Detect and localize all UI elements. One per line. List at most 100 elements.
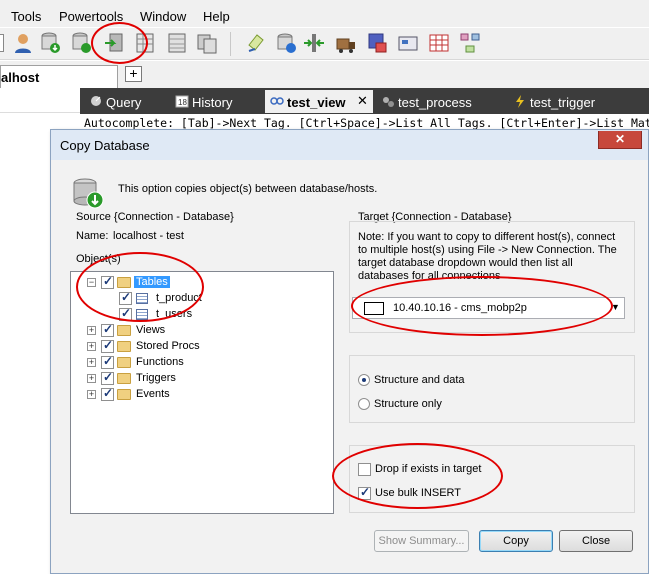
trigger-icon bbox=[516, 95, 524, 108]
target-database-dropdown[interactable]: 10.40.10.16 - cms_mobp2p ▼ bbox=[352, 297, 625, 319]
expand-icon[interactable]: + bbox=[87, 326, 96, 335]
procedure-icon bbox=[383, 97, 394, 107]
tree-item-label: t_users bbox=[156, 308, 193, 320]
close-button[interactable]: Close bbox=[559, 530, 633, 552]
tree-item-functions[interactable]: + Functions bbox=[87, 354, 287, 371]
tab-test-process-label: test_process bbox=[398, 95, 472, 110]
import-external-icon[interactable] bbox=[366, 31, 388, 55]
copy-button[interactable]: Copy bbox=[479, 530, 553, 552]
query-icon bbox=[91, 96, 101, 106]
menu-tools[interactable]: Tools bbox=[11, 9, 41, 24]
menu-powertools[interactable]: Powertools bbox=[59, 9, 123, 24]
views-checkbox[interactable] bbox=[101, 322, 114, 337]
bulk-insert-label: Use bulk INSERT bbox=[375, 487, 461, 499]
tree-item-views[interactable]: + Views bbox=[87, 322, 287, 339]
table-icon bbox=[136, 309, 148, 320]
objects-tree[interactable]: − Tables t_product t_users + Views + Sto… bbox=[70, 271, 334, 514]
new-connection-tab-button[interactable]: + bbox=[125, 66, 142, 82]
bulk-insert-checkbox[interactable] bbox=[358, 485, 371, 500]
drop-if-exists-label: Drop if exists in target bbox=[375, 463, 482, 475]
tree-item-stored-procs[interactable]: + Stored Procs bbox=[87, 338, 287, 355]
tab-query-label: Query bbox=[106, 95, 142, 110]
connection-tab[interactable]: alhost bbox=[0, 65, 118, 88]
structure-and-data-label: Structure and data bbox=[374, 374, 465, 386]
collapse-icon[interactable]: − bbox=[87, 278, 96, 287]
database-export-icon[interactable] bbox=[40, 31, 62, 55]
tab-test-view-label: test_view bbox=[287, 95, 346, 110]
t-product-checkbox[interactable] bbox=[119, 290, 132, 305]
tab-history-label: History bbox=[192, 95, 233, 110]
folder-icon bbox=[117, 325, 131, 336]
tab-history[interactable]: 18 History bbox=[170, 90, 256, 113]
structure-and-data-radio[interactable] bbox=[358, 374, 370, 386]
tab-test-trigger[interactable]: test_trigger bbox=[508, 90, 630, 113]
user-manager-icon[interactable] bbox=[12, 31, 34, 55]
copy-database-icon[interactable] bbox=[104, 31, 126, 55]
drop-if-exists-checkbox[interactable] bbox=[358, 463, 371, 476]
tree-item-t-users[interactable]: t_users bbox=[101, 306, 301, 323]
query-builder-icon[interactable] bbox=[428, 31, 450, 55]
tables-checkbox[interactable] bbox=[101, 274, 114, 289]
object-browser-header bbox=[0, 88, 80, 113]
menu-help[interactable]: Help bbox=[203, 9, 230, 24]
menu-bar: Tools Powertools Window Help bbox=[0, 0, 649, 27]
tree-item-t-product[interactable]: t_product bbox=[101, 290, 301, 307]
close-tab-icon[interactable]: ✕ bbox=[357, 93, 368, 109]
structure-only-option[interactable]: Structure only bbox=[358, 397, 508, 413]
schema-designer-icon[interactable] bbox=[397, 31, 419, 55]
close-icon[interactable]: ✕ bbox=[598, 131, 642, 149]
view-icon bbox=[270, 97, 284, 105]
er-diagram-icon[interactable] bbox=[459, 31, 481, 55]
toolbar-overflow-icon[interactable] bbox=[0, 34, 4, 52]
copy-database-dialog: Copy Database ✕ This option copies objec… bbox=[50, 129, 649, 574]
objects-label: Object(s) bbox=[76, 253, 121, 265]
schema-sync-icon[interactable] bbox=[166, 31, 188, 55]
functions-checkbox[interactable] bbox=[101, 354, 114, 369]
tab-query[interactable]: Query bbox=[84, 90, 166, 113]
target-database-value: 10.40.10.16 - cms_mobp2p bbox=[393, 302, 527, 314]
history-icon: 18 bbox=[175, 95, 189, 108]
folder-icon bbox=[117, 357, 131, 368]
data-sync-icon[interactable] bbox=[196, 31, 218, 55]
note-line: target database dropdown would then list… bbox=[358, 257, 573, 269]
menu-window[interactable]: Window bbox=[140, 9, 186, 24]
structure-and-data-option[interactable]: Structure and data bbox=[358, 373, 508, 389]
tree-item-triggers[interactable]: + Triggers bbox=[87, 370, 287, 387]
note-line: databases for all connections bbox=[358, 270, 501, 282]
tab-test-process[interactable]: test_process bbox=[376, 90, 502, 113]
events-checkbox[interactable] bbox=[101, 386, 114, 401]
stored-procs-checkbox[interactable] bbox=[101, 338, 114, 353]
expand-icon[interactable]: + bbox=[87, 390, 96, 399]
t-users-checkbox[interactable] bbox=[119, 306, 132, 321]
backup-icon[interactable] bbox=[276, 31, 298, 55]
triggers-checkbox[interactable] bbox=[101, 370, 114, 385]
tree-item-label: Functions bbox=[136, 356, 184, 368]
folder-icon bbox=[117, 373, 131, 384]
show-summary-button[interactable]: Show Summary... bbox=[374, 530, 469, 552]
structure-only-radio[interactable] bbox=[358, 398, 370, 410]
tab-test-trigger-label: test_trigger bbox=[530, 95, 596, 110]
wizard-icon[interactable] bbox=[245, 31, 267, 55]
dialog-description: This option copies object(s) between dat… bbox=[118, 183, 378, 195]
query-tab-bar: Query 18 History test_view ✕ test_proces… bbox=[80, 88, 649, 114]
expand-icon[interactable]: + bbox=[87, 358, 96, 367]
toolbar bbox=[0, 28, 649, 60]
table-copy-icon[interactable] bbox=[134, 31, 156, 55]
tree-item-label: Views bbox=[136, 324, 166, 336]
note-line: to multiple host(s) using File -> New Co… bbox=[358, 244, 617, 256]
svg-text:18: 18 bbox=[178, 98, 187, 107]
job-agent-icon[interactable] bbox=[335, 31, 357, 55]
tree-item-tables[interactable]: − Tables bbox=[87, 274, 287, 291]
tree-item-label: Events bbox=[136, 388, 170, 400]
database-import-icon[interactable] bbox=[71, 31, 93, 55]
bulk-insert-option[interactable]: Use bulk INSERT bbox=[358, 485, 508, 502]
drop-if-exists-option[interactable]: Drop if exists in target bbox=[358, 462, 508, 478]
tab-overflow[interactable] bbox=[634, 90, 649, 113]
tab-test-view[interactable]: test_view ✕ bbox=[265, 90, 373, 113]
options-group bbox=[349, 445, 635, 513]
chevron-down-icon: ▼ bbox=[611, 302, 620, 312]
expand-icon[interactable]: + bbox=[87, 374, 96, 383]
expand-icon[interactable]: + bbox=[87, 342, 96, 351]
tree-item-events[interactable]: + Events bbox=[87, 386, 287, 403]
compare-icon[interactable] bbox=[303, 31, 325, 55]
